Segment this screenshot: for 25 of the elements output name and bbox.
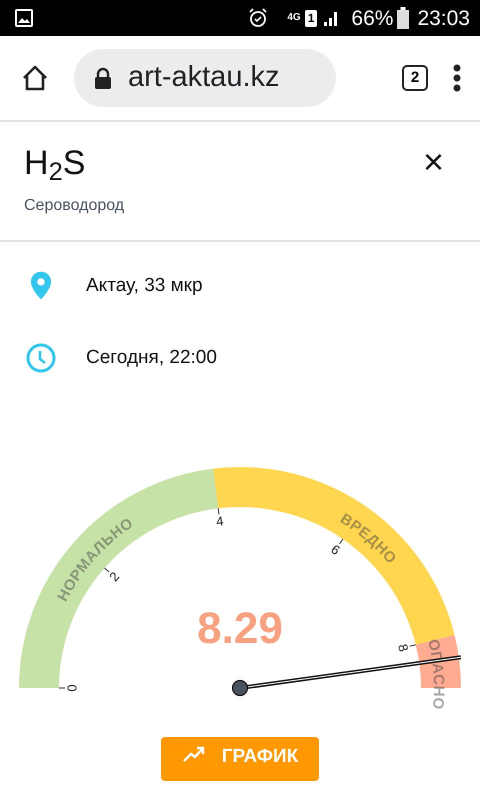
- menu-button[interactable]: [452, 63, 462, 93]
- lock-icon: [94, 67, 112, 89]
- network-label: 4G: [287, 13, 301, 23]
- substance-name: Сероводород: [24, 196, 124, 216]
- image-icon: [14, 8, 34, 28]
- location-pin-icon: [30, 271, 52, 301]
- battery-percent: 66%: [351, 8, 394, 28]
- clock-icon: [26, 343, 56, 373]
- tick-label: 8: [395, 642, 412, 654]
- close-button[interactable]: ×: [410, 144, 456, 180]
- gauge-value: 8.29: [197, 604, 283, 653]
- formula-title: H$_{2}$S: [24, 146, 86, 180]
- info-text: Актау, 33 мкр: [86, 274, 203, 298]
- sim-indicator: 1: [304, 10, 318, 26]
- tab-count-button[interactable]: 2: [402, 65, 428, 91]
- battery-icon: [397, 7, 410, 29]
- tick-label: 0: [64, 684, 80, 692]
- alarm-icon: [247, 7, 270, 29]
- address-bar[interactable]: art-aktau.kz: [74, 49, 336, 107]
- info-text: Сегодня, 22:00: [86, 346, 217, 370]
- tick-label: 6: [328, 542, 343, 558]
- menu-icon: [452, 63, 462, 93]
- clock-time: 23:03: [417, 8, 470, 28]
- tick-label: 4: [215, 513, 224, 530]
- url-text: art-aktau.kz: [128, 60, 280, 96]
